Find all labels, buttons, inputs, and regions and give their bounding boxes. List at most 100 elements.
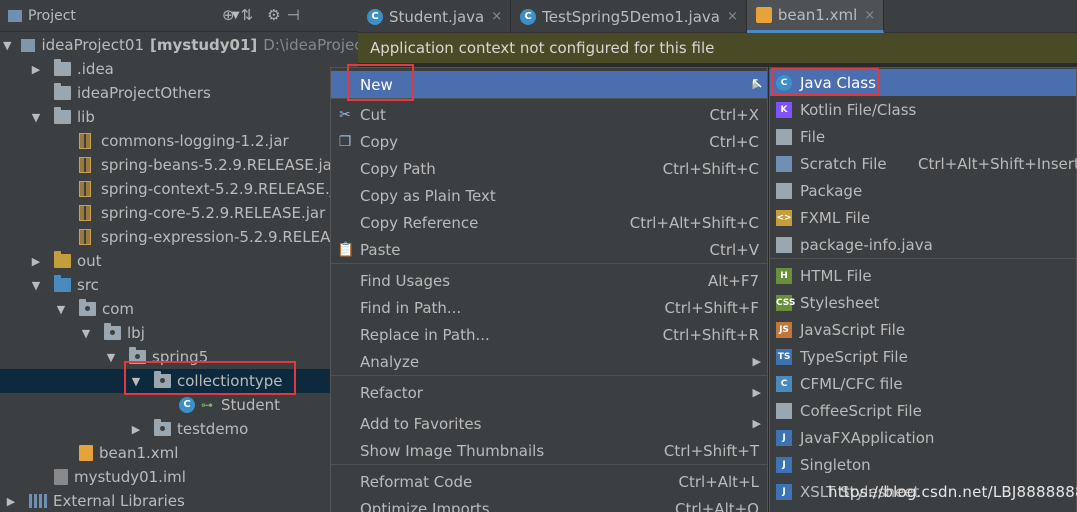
- menu-item-label: Optimize Imports: [360, 499, 490, 512]
- tree-node-lbj[interactable]: ▼ lbj: [0, 321, 358, 345]
- project-path: D:\ideaProjec: [263, 36, 363, 54]
- new-item-html-file[interactable]: H HTML File: [770, 262, 1076, 289]
- project-view-selector[interactable]: Project ▼: [8, 8, 240, 24]
- tree-node-jar4[interactable]: spring-core-5.2.9.RELEASE.jar: [0, 201, 358, 225]
- menu-item-cut[interactable]: ✂ Cut Ctrl+X: [331, 101, 767, 128]
- tree-node-label: .idea: [77, 60, 114, 78]
- tree-node-iml[interactable]: mystudy01.iml: [0, 465, 358, 489]
- collapse-icon[interactable]: ⇅: [241, 6, 254, 24]
- menu-item-reformat-code[interactable]: Reformat Code Ctrl+Alt+L: [331, 468, 767, 495]
- tree-node-jar3[interactable]: spring-context-5.2.9.RELEASE.ja: [0, 177, 358, 201]
- project-tree[interactable]: ▼ ideaProject01 [mystudy01] D:\ideaProjec ▶.…: [0, 32, 363, 512]
- close-icon[interactable]: ×: [491, 9, 502, 24]
- expanded-arrow-icon[interactable]: ▼: [78, 327, 94, 340]
- tree-node-jar5[interactable]: spring-expression-5.2.9.RELEAS: [0, 225, 358, 249]
- tree-node-idea[interactable]: ▶ .idea: [0, 57, 358, 81]
- new-item-javafxapplication[interactable]: J JavaFXApplication: [770, 424, 1076, 451]
- javascript-file-icon: JS: [776, 321, 792, 338]
- menu-item-shortcut: Ctrl+Shift+R: [662, 325, 759, 344]
- gear-icon[interactable]: ⚙: [267, 6, 280, 24]
- context-menu: New ▶ ✂ Cut Ctrl+X ❐ Copy Ctrl+C Copy Path Ctrl+S…: [330, 67, 768, 512]
- new-item-scratch-file[interactable]: Scratch File Ctrl+Alt+Shift+Insert: [770, 150, 1077, 177]
- menu-item-replace-in-path[interactable]: Replace in Path... Ctrl+Shift+R: [331, 321, 767, 348]
- new-item-stylesheet[interactable]: CSS Stylesheet: [770, 289, 1076, 316]
- target-icon[interactable]: ⊕: [222, 6, 235, 24]
- submenu-item-label: CFML/CFC file: [800, 374, 903, 393]
- menu-separator: [331, 464, 767, 465]
- menu-item-optimize-imports[interactable]: Optimize Imports Ctrl+Alt+O: [331, 495, 767, 512]
- editor-tab[interactable]: C TestSpring5Demo1.java ×: [511, 0, 747, 33]
- new-item-kotlin-file-class[interactable]: K Kotlin File/Class: [770, 96, 1076, 123]
- collapsed-arrow-icon[interactable]: ▶: [28, 255, 44, 268]
- tree-node-root[interactable]: ▼ ideaProject01 [mystudy01] D:\ideaProjec: [0, 33, 363, 57]
- tree-node-student[interactable]: C ⊶ Student: [0, 393, 358, 417]
- expanded-arrow-icon[interactable]: ▼: [28, 111, 44, 124]
- menu-item-shortcut: Ctrl+X: [709, 105, 759, 124]
- submenu-item-label: FXML File: [800, 208, 871, 227]
- package-icon: [776, 182, 792, 199]
- file-icon: [776, 128, 792, 145]
- notification-text: Application context not configured for t…: [370, 39, 715, 57]
- collapsed-arrow-icon[interactable]: ▶: [128, 423, 144, 436]
- menu-item-copy-as-plain-text[interactable]: Copy as Plain Text: [331, 182, 767, 209]
- java-class-icon: C: [520, 8, 537, 25]
- tree-node-com[interactable]: ▼ com: [0, 297, 358, 321]
- tree-node-label: spring-context-5.2.9.RELEASE.ja: [101, 180, 344, 198]
- editor-tab[interactable]: bean1.xml ×: [746, 0, 885, 33]
- menu-item-copy-path[interactable]: Copy Path Ctrl+Shift+C: [331, 155, 767, 182]
- editor-tab-label: TestSpring5Demo1.java: [542, 7, 720, 26]
- new-item-typescript-file[interactable]: TS TypeScript File: [770, 343, 1076, 370]
- tree-node-label: src: [77, 276, 99, 294]
- new-item-package[interactable]: Package: [770, 177, 1076, 204]
- new-item-fxml-file[interactable]: <> FXML File: [770, 204, 1076, 231]
- menu-item-copy-reference[interactable]: Copy Reference Ctrl+Alt+Shift+C: [331, 209, 767, 236]
- tree-node-extlib[interactable]: ▶ External Libraries: [0, 489, 358, 512]
- new-item-coffeescript-file[interactable]: CoffeeScript File: [770, 397, 1076, 424]
- close-icon[interactable]: ×: [864, 8, 875, 23]
- jar-icon: [79, 181, 91, 197]
- hide-icon[interactable]: ⊣: [287, 6, 300, 24]
- annotation-box-java-class: [771, 68, 879, 96]
- new-item-package-info-java[interactable]: package-info.java: [770, 231, 1076, 258]
- new-item-file[interactable]: File: [770, 123, 1076, 150]
- menu-item-analyze[interactable]: Analyze ▶: [331, 348, 767, 375]
- new-item-singleton[interactable]: J Singleton: [770, 451, 1076, 478]
- menu-item-shortcut: Ctrl+Alt+L: [678, 472, 760, 491]
- tree-node-src[interactable]: ▼ src: [0, 273, 358, 297]
- expanded-arrow-icon[interactable]: ▼: [103, 351, 119, 364]
- new-item-cfml-cfc-file[interactable]: C CFML/CFC file: [770, 370, 1076, 397]
- menu-item-find-in-path[interactable]: Find in Path... Ctrl+Shift+F: [331, 294, 767, 321]
- tree-node-jar1[interactable]: commons-logging-1.2.jar: [0, 129, 358, 153]
- submenu-item-shortcut: Ctrl+Alt+Shift+Insert: [918, 154, 1077, 173]
- tree-node-bean1[interactable]: bean1.xml: [0, 441, 358, 465]
- menu-item-shortcut: Ctrl+C: [709, 132, 759, 151]
- menu-item-refactor[interactable]: Refactor ▶: [331, 379, 767, 406]
- collapsed-arrow-icon[interactable]: ▶: [3, 495, 19, 508]
- ide-window: Project ▼ ⊕ ⇅ ⚙ ⊣ ▼ ideaProject01 [mystudy…: [0, 0, 1077, 512]
- menu-item-add-to-favorites[interactable]: Add to Favorites ▶: [331, 410, 767, 437]
- jar-icon: [79, 133, 91, 149]
- expanded-arrow-icon[interactable]: ▼: [53, 303, 69, 316]
- tree-node-label: mystudy01.iml: [74, 468, 186, 486]
- expanded-arrow-icon[interactable]: ▼: [3, 39, 11, 52]
- tree-node-lib[interactable]: ▼ lib: [0, 105, 358, 129]
- project-panel-header: Project ▼ ⊕ ⇅ ⚙ ⊣: [0, 0, 358, 32]
- collapsed-arrow-icon[interactable]: ▶: [28, 63, 44, 76]
- menu-item-shortcut: Ctrl+Shift+C: [662, 159, 759, 178]
- editor-tab[interactable]: C Student.java ×: [358, 0, 512, 33]
- annotation-box-collectiontype: [124, 361, 296, 395]
- menu-item-copy[interactable]: ❐ Copy Ctrl+C: [331, 128, 767, 155]
- tree-node-others[interactable]: ideaProjectOthers: [0, 81, 358, 105]
- tree-node-label: spring-expression-5.2.9.RELEAS: [101, 228, 340, 246]
- expanded-arrow-icon[interactable]: ▼: [28, 279, 44, 292]
- package-icon: [154, 419, 171, 436]
- new-item-javascript-file[interactable]: JS JavaScript File: [770, 316, 1076, 343]
- menu-separator: [331, 375, 767, 376]
- tree-node-out[interactable]: ▶ out: [0, 249, 358, 273]
- tree-node-jar2[interactable]: spring-beans-5.2.9.RELEASE.jar: [0, 153, 358, 177]
- menu-item-show-image-thumbnails[interactable]: Show Image Thumbnails Ctrl+Shift+T: [331, 437, 767, 464]
- menu-item-find-usages[interactable]: Find Usages Alt+F7: [331, 267, 767, 294]
- close-icon[interactable]: ×: [727, 9, 738, 24]
- menu-item-paste[interactable]: 📋 Paste Ctrl+V: [331, 236, 767, 263]
- tree-node-testdemo[interactable]: ▶ testdemo: [0, 417, 358, 441]
